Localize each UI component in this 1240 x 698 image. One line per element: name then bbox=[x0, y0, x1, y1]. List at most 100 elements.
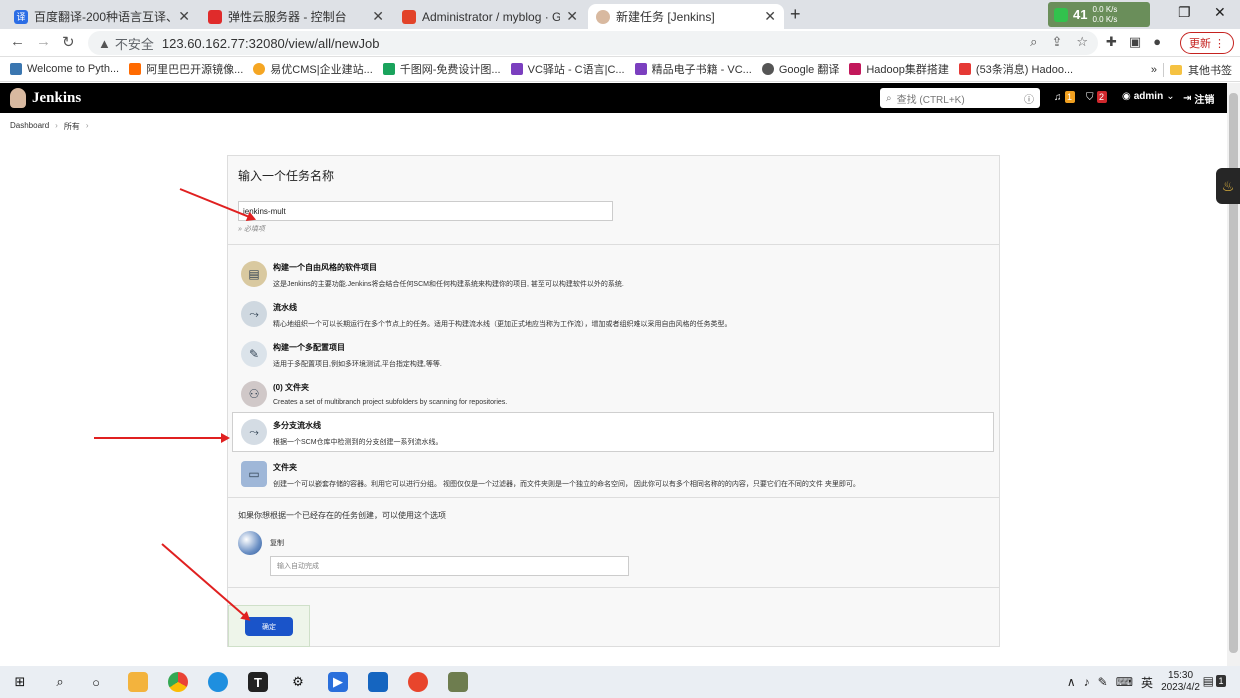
bookmark-item[interactable]: 阿里巴巴开源镜像... bbox=[129, 61, 243, 77]
cpu-percent: 41 bbox=[1073, 7, 1088, 22]
windows-start-icon[interactable]: ⊞ bbox=[10, 672, 30, 692]
bookmark-item[interactable]: (53条消息) Hadoo... bbox=[958, 61, 1073, 77]
keyboard-icon[interactable]: ⌨ bbox=[1116, 675, 1133, 689]
breadcrumb-all[interactable]: 所有 bbox=[64, 121, 80, 132]
forward-icon[interactable]: → bbox=[36, 33, 51, 50]
security-button[interactable]: ⛉ 2 bbox=[1086, 91, 1107, 103]
notifications-button[interactable]: ♫ 1 bbox=[1054, 91, 1075, 103]
update-button[interactable]: 更新 ⋮ bbox=[1180, 32, 1234, 54]
jenkins-header: Jenkins ⌕ 查找 (CTRL+K) ⓘ ♫ 1 ⛉ 2 ◉ admin … bbox=[0, 83, 1227, 113]
chevron-down-icon: ⌄ bbox=[1166, 91, 1175, 102]
chat-icon: ▤ bbox=[1202, 674, 1214, 688]
url-omnibox[interactable]: ▲ 不安全 123.60.162.77:32080/view/all/newJo… bbox=[88, 31, 1098, 55]
warning-icon: ▲ bbox=[98, 35, 111, 51]
chevron-up-icon[interactable]: ∧ bbox=[1067, 675, 1076, 689]
close-icon[interactable]: ✕ bbox=[372, 8, 384, 25]
jenkins-logo[interactable]: Jenkins bbox=[10, 88, 81, 108]
gitlab-icon bbox=[402, 9, 416, 24]
url-text: 123.60.162.77:32080/view/all/newJob bbox=[161, 35, 380, 51]
bookmark-item[interactable]: Google 翻译 bbox=[761, 61, 839, 77]
search-placeholder: 查找 (CTRL+K) bbox=[896, 94, 965, 106]
close-icon[interactable]: ✕ bbox=[178, 8, 190, 25]
divider bbox=[228, 497, 999, 498]
item-type-org-folder[interactable]: ⚇ (0) 文件夹 Creates a set of multibranch p… bbox=[232, 374, 994, 414]
user-menu[interactable]: ◉ admin ⌄ bbox=[1122, 91, 1175, 102]
browser-tab-cloud[interactable]: 弹性云服务器 - 控制台 ✕ bbox=[200, 4, 392, 29]
reload-icon[interactable]: ↻ bbox=[62, 33, 75, 51]
notification-center[interactable]: ▤ 1 bbox=[1203, 674, 1226, 688]
bookmark-item[interactable]: Welcome to Pyth... bbox=[10, 63, 119, 75]
address-toolbar: ← → ↻ ▲ 不安全 123.60.162.77:32080/view/all… bbox=[0, 29, 1240, 57]
close-icon[interactable]: ✕ bbox=[566, 8, 578, 25]
zoom-icon[interactable]: ⌕ bbox=[1030, 34, 1037, 50]
chevron-right-icon: › bbox=[85, 121, 89, 130]
browser-tab-baidu[interactable]: 译 百度翻译-200种语言互译、沟通全 ✕ bbox=[6, 4, 198, 29]
bookmark-item[interactable]: VC驿站 - C语言|C... bbox=[510, 61, 625, 77]
cup-widget-icon[interactable]: ♨ bbox=[1216, 168, 1240, 204]
download-speed: 0.0 K/s bbox=[1092, 14, 1118, 24]
help-icon[interactable]: ⓘ bbox=[1024, 91, 1034, 106]
bookmark-item[interactable]: 精品电子书籍 - VC... bbox=[634, 61, 752, 77]
security-badge: 2 bbox=[1096, 91, 1107, 103]
chrome-icon[interactable] bbox=[168, 672, 188, 692]
bookmark-item[interactable]: Hadoop集群搭建 bbox=[849, 61, 949, 77]
user-icon: ◉ bbox=[1122, 91, 1131, 102]
ok-button[interactable]: 确定 bbox=[245, 617, 293, 636]
copy-from-input[interactable]: 输入自动完成 bbox=[270, 556, 629, 576]
folder-icon bbox=[1170, 65, 1182, 75]
restore-window-icon[interactable]: ❐ bbox=[1178, 4, 1191, 21]
item-type-multibranch-pipeline[interactable]: ⤳ 多分支流水线 根据一个SCM仓库中检测到的分支创建一系列流水线。 bbox=[232, 412, 994, 452]
edge-icon[interactable] bbox=[208, 672, 228, 692]
bookmark-label: 阿里巴巴开源镜像... bbox=[146, 64, 244, 76]
item-type-folder[interactable]: ▭ 文件夹 创建一个可以嵌套存储的容器。利用它可以进行分组。 视图仅仅是一个过滤… bbox=[232, 454, 994, 494]
item-type-freestyle[interactable]: ▤ 构建一个自由风格的软件项目 这是Jenkins的主要功能.Jenkins将会… bbox=[232, 254, 994, 294]
huawei-cloud-icon bbox=[208, 9, 222, 24]
back-icon[interactable]: ← bbox=[10, 33, 25, 50]
multiconfig-icon: ✎ bbox=[241, 341, 267, 367]
app-icon[interactable] bbox=[408, 672, 428, 692]
app-icon[interactable] bbox=[448, 672, 468, 692]
divider bbox=[228, 587, 999, 588]
tab-title: 百度翻译-200种语言互译、沟通全 bbox=[34, 10, 172, 24]
typora-icon[interactable]: T bbox=[248, 672, 268, 692]
share-icon[interactable]: ⇪ bbox=[1051, 34, 1062, 50]
notifications-badge: 1 bbox=[1064, 91, 1075, 103]
breadcrumb-dashboard[interactable]: Dashboard bbox=[10, 121, 49, 132]
bookmark-item[interactable]: 易优CMS|企业建站... bbox=[253, 61, 373, 77]
logout-link[interactable]: ⇥ 注销 bbox=[1183, 91, 1214, 106]
sidepanel-icon[interactable]: ▣ bbox=[1129, 34, 1141, 50]
search-icon[interactable]: ⌕ bbox=[50, 672, 70, 692]
browser-tab-jenkins[interactable]: 新建任务 [Jenkins] ✕ bbox=[588, 4, 784, 29]
settings-gear-icon[interactable]: ⚙ bbox=[288, 672, 308, 692]
item-type-desc: 适用于多配置项目,例如多环境测试,平台指定构建,等等. bbox=[273, 361, 442, 368]
organization-folder-icon: ⚇ bbox=[241, 381, 267, 407]
item-type-pipeline[interactable]: ⤳ 流水线 精心地组织一个可以长期运行在多个节点上的任务。适用于构建流水线（更加… bbox=[232, 294, 994, 334]
update-label: 更新 bbox=[1188, 38, 1211, 50]
globe-icon bbox=[761, 63, 774, 75]
close-window-icon[interactable]: ✕ bbox=[1214, 4, 1226, 21]
file-explorer-icon[interactable] bbox=[128, 672, 148, 692]
other-bookmarks[interactable]: 其他书签 bbox=[1188, 62, 1232, 78]
browser-tab-gitlab[interactable]: Administrator / myblog · GitLab ✕ bbox=[394, 4, 586, 29]
item-type-name: (0) 文件夹 bbox=[273, 383, 309, 392]
item-type-name: 构建一个多配置项目 bbox=[273, 343, 345, 352]
item-type-multiconfig[interactable]: ✎ 构建一个多配置项目 适用于多配置项目,例如多环境测试,平台指定构建,等等. bbox=[232, 334, 994, 374]
task-view-icon[interactable]: ○ bbox=[86, 672, 106, 692]
app-icon[interactable] bbox=[368, 672, 388, 692]
ime-indicator[interactable]: 英 bbox=[1141, 674, 1153, 691]
jenkins-butler-icon bbox=[10, 88, 26, 108]
item-name-input[interactable]: jenkins-mult bbox=[238, 201, 613, 221]
profile-icon[interactable]: ● bbox=[1153, 34, 1161, 50]
bookmark-item[interactable]: 千图网-免费设计图... bbox=[382, 61, 501, 77]
pen-icon[interactable]: ✎ bbox=[1098, 675, 1108, 689]
clock[interactable]: 15:30 2023/4/2 bbox=[1161, 670, 1200, 694]
new-tab-icon[interactable]: + bbox=[790, 4, 801, 25]
volume-icon[interactable]: ♪ bbox=[1084, 675, 1090, 689]
bookmarks-more-icon[interactable]: » bbox=[1151, 64, 1157, 76]
bookmark-star-icon[interactable]: ☆ bbox=[1076, 34, 1088, 50]
app-icon[interactable]: ▶ bbox=[328, 672, 348, 692]
close-icon[interactable]: ✕ bbox=[764, 8, 776, 25]
extensions-icon[interactable]: ✚ bbox=[1106, 34, 1117, 50]
logout-icon: ⇥ bbox=[1183, 93, 1192, 104]
search-input[interactable]: ⌕ 查找 (CTRL+K) ⓘ bbox=[880, 88, 1040, 108]
